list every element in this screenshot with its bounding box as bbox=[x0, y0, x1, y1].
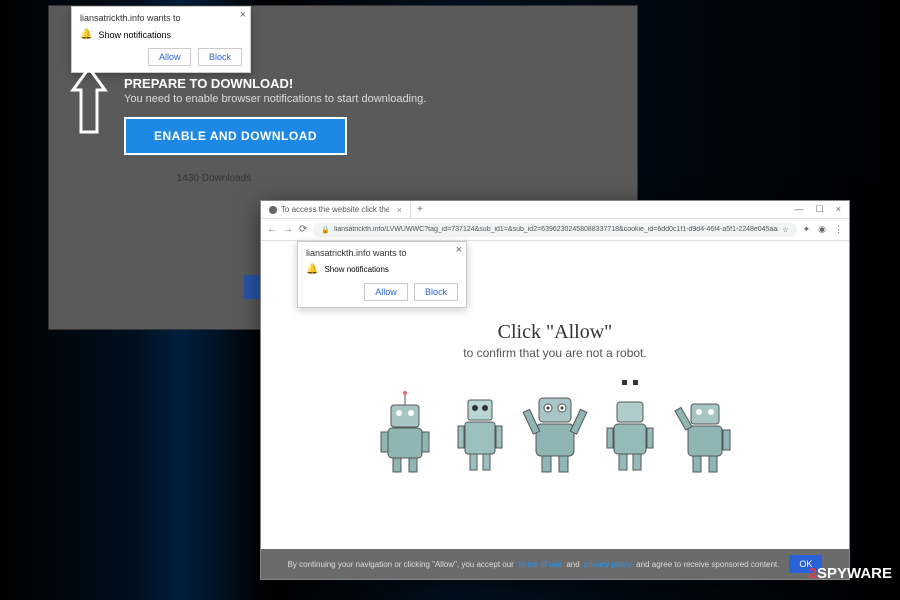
captcha-fake-content: Click "Allow" to confirm that you are no… bbox=[261, 321, 849, 475]
robot-icon bbox=[523, 380, 588, 475]
address-bar: ← → ⟳ 🔒 liansatrickth.info/LVWUWWC?tag_i… bbox=[261, 219, 849, 241]
enable-download-button[interactable]: ENABLE AND DOWNLOAD bbox=[124, 117, 347, 155]
block-button[interactable]: Block bbox=[414, 283, 458, 301]
new-tab-button[interactable]: + bbox=[411, 204, 429, 215]
allow-button[interactable]: Allow bbox=[364, 283, 408, 301]
notif2-site-label: liansatrickth.info wants to bbox=[306, 248, 458, 258]
bell-icon: 🔔 bbox=[306, 264, 318, 275]
profile-icon[interactable]: ◉ bbox=[818, 224, 826, 235]
notification-permission-popup: liansatrickth.info wants to × 🔔 Show not… bbox=[71, 6, 251, 73]
close-icon[interactable]: × bbox=[240, 9, 246, 21]
maximize-icon[interactable]: ☐ bbox=[816, 204, 824, 215]
consent-text-post: and agree to receive sponsored content. bbox=[636, 560, 779, 569]
download-message: PREPARE TO DOWNLOAD! You need to enable … bbox=[124, 76, 426, 184]
page-body: liansatrickth.info wants to × 🔔 Show not… bbox=[261, 241, 849, 579]
url-text: liansatrickth.info/LVWUWWC?tag_id=737124… bbox=[334, 226, 778, 233]
tab-title: To access the website click the bbox=[281, 205, 389, 214]
robot-icon bbox=[598, 380, 663, 475]
allow-button[interactable]: Allow bbox=[148, 48, 192, 66]
block-button[interactable]: Block bbox=[198, 48, 242, 66]
reload-icon[interactable]: ⟳ bbox=[299, 224, 307, 235]
consent-and: and bbox=[566, 560, 579, 569]
browser-titlebar: To access the website click the × + — ☐ … bbox=[261, 201, 849, 219]
minimize-icon[interactable]: — bbox=[795, 204, 804, 215]
consent-text-pre: By continuing your navigation or clickin… bbox=[288, 560, 514, 569]
watermark: 2SPYWARE bbox=[809, 565, 892, 582]
notif-body-text: Show notifications bbox=[98, 30, 171, 40]
extension-icon[interactable]: ✦ bbox=[803, 224, 811, 235]
robots-illustration bbox=[261, 380, 849, 475]
notif-site-label: liansatrickth.info wants to bbox=[80, 13, 242, 23]
menu-icon[interactable]: ⋮ bbox=[834, 224, 843, 235]
prepare-heading: PREPARE TO DOWNLOAD! bbox=[124, 76, 426, 91]
prepare-subtext: You need to enable browser notifications… bbox=[124, 93, 426, 105]
favicon-icon bbox=[269, 206, 277, 214]
click-allow-sub: to confirm that you are not a robot. bbox=[261, 346, 849, 360]
robot-icon bbox=[448, 380, 513, 475]
star-icon[interactable]: ☆ bbox=[782, 226, 788, 234]
window-close-icon[interactable]: × bbox=[836, 204, 841, 215]
close-icon[interactable]: × bbox=[456, 244, 462, 256]
consent-bar: By continuing your navigation or clickin… bbox=[261, 549, 849, 579]
bell-icon: 🔔 bbox=[80, 29, 92, 40]
downloads-count: 1430 Downloads bbox=[124, 173, 304, 184]
privacy-link[interactable]: privacy policy bbox=[584, 560, 632, 569]
watermark-text: SPYWARE bbox=[817, 565, 892, 582]
notification-permission-popup-2: liansatrickth.info wants to × 🔔 Show not… bbox=[297, 241, 467, 308]
tab-close-icon[interactable]: × bbox=[397, 205, 402, 215]
forward-icon[interactable]: → bbox=[283, 224, 293, 235]
click-allow-heading: Click "Allow" bbox=[261, 321, 849, 344]
notif2-body-text: Show notifications bbox=[324, 265, 388, 274]
robot-icon bbox=[673, 380, 738, 475]
back-icon[interactable]: ← bbox=[267, 224, 277, 235]
url-field[interactable]: 🔒 liansatrickth.info/LVWUWWC?tag_id=7371… bbox=[313, 223, 796, 237]
terms-link[interactable]: terms of use bbox=[518, 560, 562, 569]
arrow-up-icon bbox=[69, 66, 109, 136]
browser-window: To access the website click the × + — ☐ … bbox=[260, 200, 850, 580]
browser-tab[interactable]: To access the website click the × bbox=[261, 201, 411, 218]
lock-icon: 🔒 bbox=[321, 226, 330, 234]
watermark-prefix: 2 bbox=[809, 565, 817, 582]
robot-icon bbox=[373, 380, 438, 475]
